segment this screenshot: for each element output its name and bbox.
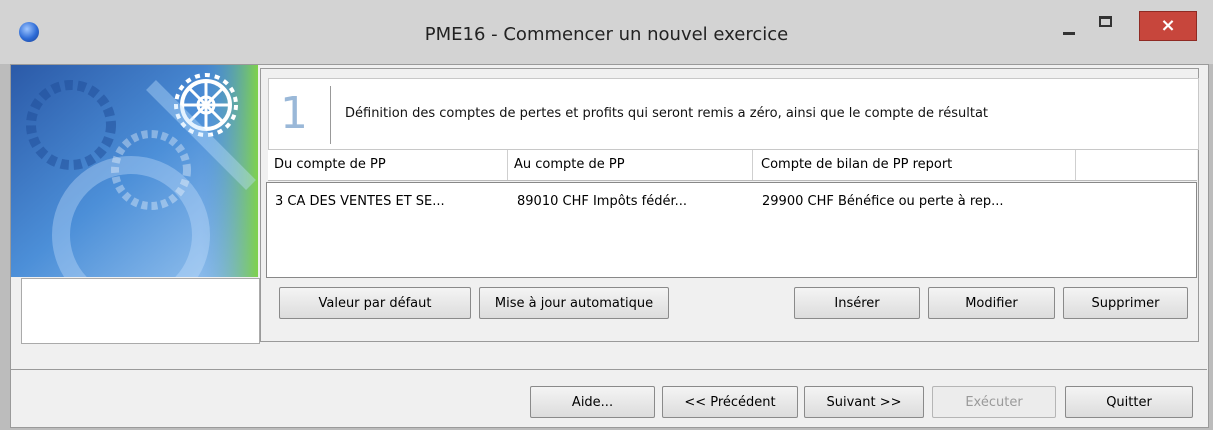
column-header-report[interactable]: Compte de bilan de PP report	[761, 157, 952, 172]
auto-update-button[interactable]: Mise à jour automatique	[479, 287, 669, 319]
grid-header: Du compte de PP Au compte de PP Compte d…	[268, 150, 1197, 181]
default-value-button[interactable]: Valeur par défaut	[279, 287, 471, 319]
step-divider	[330, 86, 331, 144]
window-title: PME16 - Commencer un nouvel exercice	[424, 24, 789, 45]
quit-button[interactable]: Quitter	[1065, 386, 1193, 418]
column-header-to[interactable]: Au compte de PP	[514, 157, 625, 172]
close-button[interactable]: ×	[1139, 11, 1197, 41]
table-cell-from[interactable]: 3 CA DES VENTES ET SE...	[275, 194, 445, 209]
step-description: Définition des comptes de pertes et prof…	[345, 106, 989, 121]
wizard-banner-image	[11, 65, 258, 277]
column-divider[interactable]	[752, 150, 753, 180]
column-divider[interactable]	[507, 150, 508, 180]
accounts-grid[interactable]: 3 CA DES VENTES ET SE... 89010 CHF Impôt…	[266, 182, 1197, 278]
next-button[interactable]: Suivant >>	[804, 386, 924, 418]
column-divider[interactable]	[1075, 150, 1076, 180]
delete-button[interactable]: Supprimer	[1063, 287, 1188, 319]
insert-button[interactable]: Insérer	[794, 287, 920, 319]
minimize-button[interactable]	[1056, 18, 1084, 38]
footer-separator	[10, 369, 1207, 370]
step-number: 1	[280, 88, 308, 139]
table-cell-to[interactable]: 89010 CHF Impôts fédér...	[517, 194, 687, 209]
execute-button: Exécuter	[932, 386, 1056, 418]
banner-blank-area	[21, 278, 260, 344]
previous-button[interactable]: << Précédent	[662, 386, 798, 418]
title-bar: PME16 - Commencer un nouvel exercice ×	[0, 0, 1213, 64]
column-header-from[interactable]: Du compte de PP	[274, 157, 386, 172]
help-button[interactable]: Aide...	[530, 386, 655, 418]
modify-button[interactable]: Modifier	[928, 287, 1055, 319]
table-cell-report[interactable]: 29900 CHF Bénéfice ou perte à rep...	[762, 194, 1004, 209]
maximize-button[interactable]	[1092, 12, 1122, 38]
